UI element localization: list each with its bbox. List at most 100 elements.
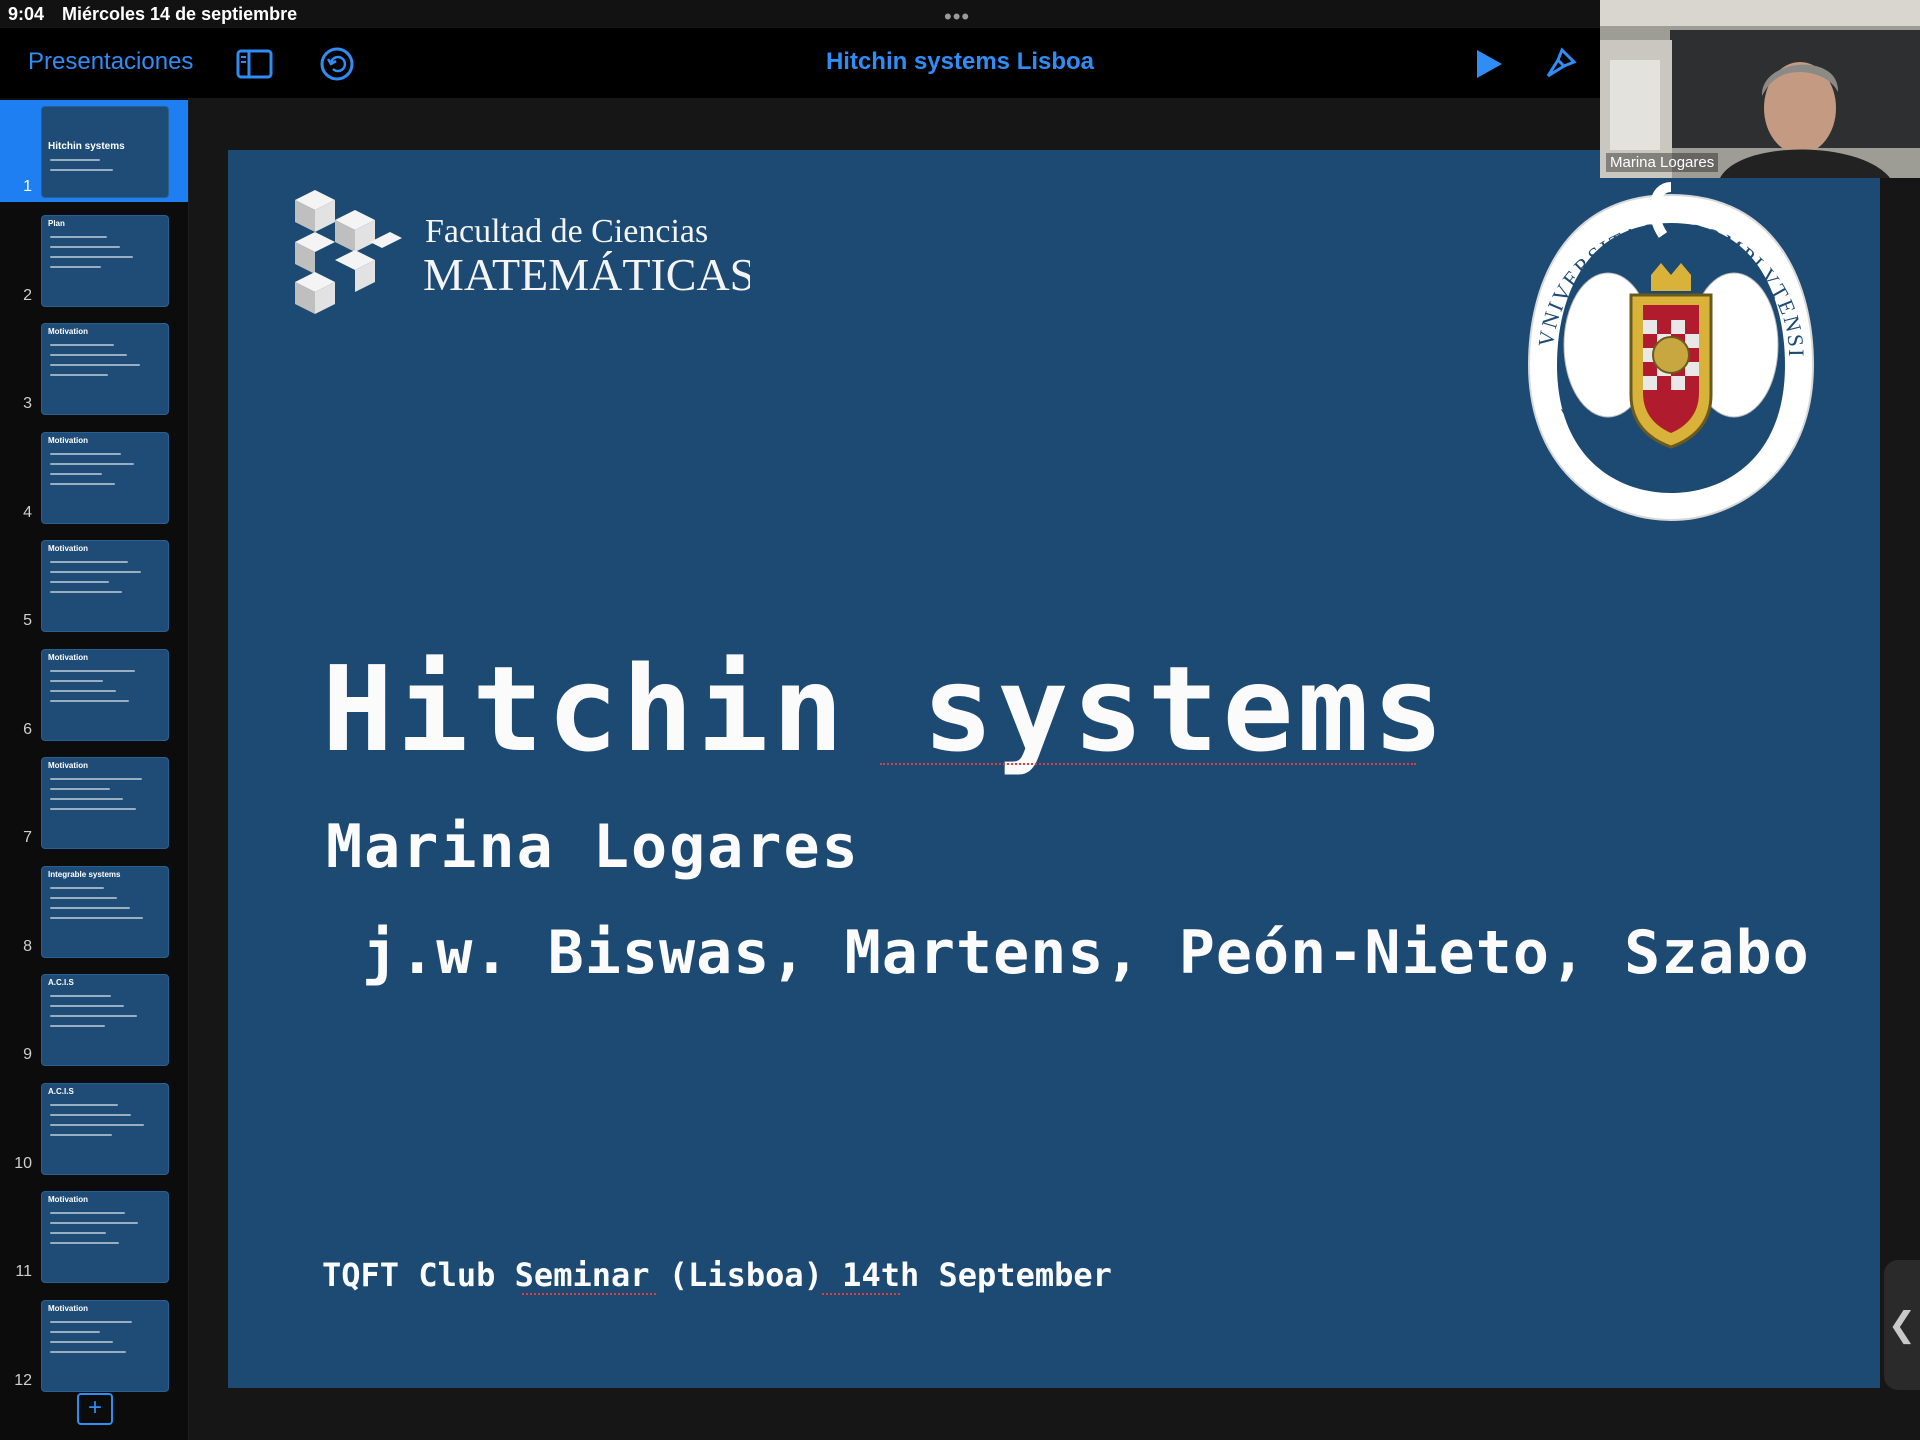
- slide-number: 5: [23, 612, 32, 629]
- thumbnail-text-line: [50, 374, 108, 376]
- slide-thumbnail-preview: Motivation: [41, 540, 169, 632]
- thumbnail-text-line: [50, 169, 113, 171]
- thumbnail-text-line: [50, 995, 111, 997]
- thumbnail-text-line: [50, 679, 103, 682]
- slide-thumbnail-title: Integrable systems: [48, 869, 121, 879]
- thumbnail-text-line: [50, 1320, 132, 1323]
- thumbnail-text-line: [50, 1103, 118, 1106]
- thumbnail-text-line: [50, 1222, 138, 1224]
- slide-thumbnail-preview: Motivation: [41, 1191, 169, 1283]
- add-slide-button[interactable]: +: [77, 1393, 113, 1425]
- slide-thumbnail[interactable]: 10 A.C.I.S: [0, 1077, 188, 1179]
- thumbnail-text-line: [50, 1232, 106, 1234]
- slide-coauthors: j.w. Biswas, Martens, Peón-Nieto, Szabo: [362, 918, 1810, 988]
- status-time: 9:04: [8, 4, 45, 24]
- thumbnail-text-line: [50, 462, 134, 465]
- slide-number: 7: [23, 829, 32, 846]
- slide-number: 12: [14, 1371, 32, 1389]
- slide-thumbnail-preview: A.C.I.S: [41, 974, 169, 1066]
- slide-thumbnail[interactable]: 6 Motivation: [0, 643, 188, 745]
- slide-thumbnail-preview: Motivation: [41, 323, 169, 415]
- thumbnail-text-line: [50, 571, 141, 573]
- play-icon[interactable]: [1470, 46, 1508, 82]
- thumbnail-text-line: [50, 699, 129, 702]
- faculty-logo: Facultad de Ciencias MATEMÁTICAS: [295, 190, 750, 314]
- slide-thumbnail[interactable]: 3 Motivation: [0, 317, 188, 419]
- thumbnail-text-line: [50, 798, 123, 800]
- slide-footer: TQFT Club Seminar (Lisboa) 14th Septembe…: [322, 1256, 1112, 1294]
- slide-thumbnail-title: Motivation: [48, 652, 88, 662]
- slide-thumbnail[interactable]: 4 Motivation: [0, 426, 188, 528]
- thumbnail-text-line: [50, 364, 140, 366]
- thumbnail-text-line: [50, 896, 117, 899]
- multitasking-dots-icon[interactable]: •••: [944, 4, 970, 30]
- thumbnail-text-line: [50, 808, 136, 810]
- slide-number: 2: [23, 286, 32, 304]
- status-bar: 9:04 Miércoles 14 de septiembre •••: [0, 0, 1600, 30]
- slide-number: 1: [23, 178, 32, 195]
- slide-thumbnail-preview: Hitchin systems: [41, 106, 169, 198]
- thumbnail-text-line: [50, 482, 115, 485]
- spellcheck-underline: [522, 1290, 656, 1295]
- slide-number: 10: [14, 1154, 32, 1172]
- university-crest: VNIVERSITAS COMPLVTENSIS MATRITENSIS: [1513, 175, 1815, 522]
- thumbnail-text-line: [50, 255, 133, 258]
- video-call-overlay[interactable]: Marina Logares: [1600, 0, 1920, 178]
- thumbnail-text-line: [50, 472, 102, 475]
- thumbnail-text-line: [50, 1015, 137, 1017]
- thumbnail-text-line: [50, 344, 114, 346]
- thumbnail-text-line: [50, 886, 104, 889]
- slide-thumbnail-preview: Integrable systems: [41, 865, 169, 958]
- thumbnail-text-line: [50, 1212, 125, 1214]
- thumbnail-text-line: [50, 561, 128, 563]
- slide-title: Hitchin systems: [322, 640, 1448, 778]
- toolbar: Presentaciones Hitchin systems Lisboa: [0, 28, 1600, 98]
- slide-thumbnail-title: Motivation: [48, 327, 88, 336]
- thumbnail-text-line: [50, 1340, 113, 1343]
- slide-thumbnail[interactable]: 11 Motivation: [0, 1185, 188, 1287]
- slide-author: Marina Logares: [326, 812, 860, 882]
- slide-thumbnail-title: Plan: [48, 218, 65, 228]
- thumbnail-text-line: [50, 581, 109, 583]
- slide-number: 11: [15, 1263, 32, 1280]
- slide-thumbnail[interactable]: 2 Plan: [0, 209, 188, 311]
- thumbnail-text-line: [50, 245, 120, 248]
- thumbnail-text-line: [50, 916, 143, 919]
- thumbnail-text-line: [50, 354, 127, 356]
- slide-thumbnail-preview: Motivation: [41, 648, 169, 741]
- slide-number: 6: [23, 720, 32, 738]
- thumbnail-text-line: [50, 778, 142, 780]
- slide-thumbnail[interactable]: 8 Integrable systems: [0, 860, 188, 962]
- thumbnail-text-line: [50, 235, 107, 238]
- slide-thumbnail-title: Motivation: [48, 1303, 88, 1313]
- slide-thumbnail-preview: A.C.I.S: [41, 1082, 169, 1175]
- participant-name: Marina Logares: [1606, 153, 1719, 172]
- collapse-panel-handle[interactable]: ❮: [1884, 1260, 1920, 1390]
- thumbnail-text-line: [50, 265, 101, 268]
- slide-thumbnail[interactable]: 9 A.C.I.S: [0, 968, 188, 1070]
- slide-thumbnail-title: A.C.I.S: [48, 978, 74, 987]
- slide-thumbnail-title: Motivation: [48, 1195, 88, 1204]
- status-date: Miércoles 14 de septiembre: [62, 4, 298, 24]
- slide-thumbnail[interactable]: 7 Motivation: [0, 751, 188, 853]
- thumbnail-text-line: [50, 1025, 105, 1027]
- thumbnail-text-line: [50, 788, 110, 790]
- slide-navigator[interactable]: 1 Hitchin systems 2 Plan 3 Motivation 4 Motivat…: [0, 98, 189, 1440]
- slide-thumbnail-title: Motivation: [48, 544, 88, 553]
- slide-number: 4: [23, 503, 32, 521]
- slide-thumbnail[interactable]: 1 Hitchin systems: [0, 100, 188, 202]
- slide-number: 8: [23, 937, 32, 955]
- slide-thumbnail-title: Motivation: [48, 435, 88, 445]
- spellcheck-underline: [822, 1290, 900, 1295]
- thumbnail-text-line: [50, 669, 135, 672]
- logo-line-2: MATEMÁTICAS: [423, 249, 750, 300]
- thumbnail-text-line: [50, 906, 130, 909]
- thumbnail-text-line: [50, 591, 122, 593]
- thumbnail-text-line: [50, 1350, 126, 1353]
- format-brush-icon[interactable]: [1542, 46, 1580, 82]
- slide-thumbnail[interactable]: 5 Motivation: [0, 534, 188, 636]
- slide-thumbnail-preview: Motivation: [41, 1299, 169, 1392]
- slide-thumbnail[interactable]: 12 Motivation: [0, 1294, 188, 1396]
- slide-thumbnail-title: Motivation: [48, 761, 88, 770]
- slide-thumbnail-title: A.C.I.S: [48, 1086, 74, 1096]
